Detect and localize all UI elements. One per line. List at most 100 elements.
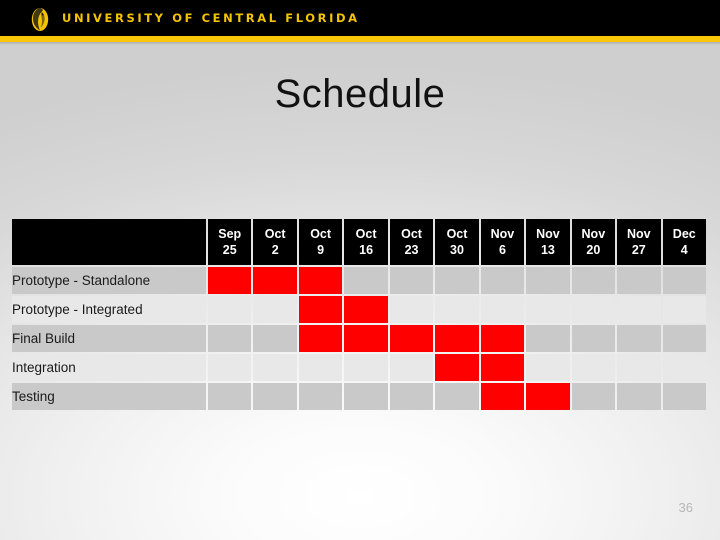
column-header-month: Oct bbox=[310, 227, 332, 241]
schedule-cell-empty bbox=[480, 267, 525, 294]
schedule-cell-filled bbox=[389, 325, 434, 352]
schedule-cell-empty bbox=[617, 267, 661, 294]
schedule-cell-empty bbox=[389, 296, 434, 323]
schedule-cell-empty bbox=[571, 383, 616, 410]
schedule-cell-empty bbox=[617, 325, 661, 352]
column-header-7: Nov 13 bbox=[526, 219, 570, 265]
schedule-cell-empty bbox=[253, 296, 297, 323]
column-header-5: Oct 30 bbox=[435, 219, 479, 265]
schedule-cell-empty bbox=[253, 354, 297, 381]
schedule-cell-empty bbox=[389, 354, 434, 381]
column-header-day: 4 bbox=[680, 243, 688, 257]
schedule-cell-empty bbox=[389, 267, 434, 294]
column-header-4: Oct 23 bbox=[389, 219, 434, 265]
schedule-cell-empty bbox=[526, 267, 570, 294]
schedule-cell-filled bbox=[298, 267, 343, 294]
column-header-day: 27 bbox=[631, 243, 646, 257]
schedule-cell-empty bbox=[435, 296, 479, 323]
column-header-month: Oct bbox=[401, 227, 422, 241]
schedule-cell-empty bbox=[662, 354, 706, 381]
schedule-cell-empty bbox=[571, 354, 616, 381]
column-header-month: Nov bbox=[536, 227, 560, 241]
row-label: Prototype - Standalone bbox=[12, 267, 206, 294]
column-header-month: Nov bbox=[626, 227, 651, 241]
schedule-cell-empty bbox=[526, 325, 570, 352]
schedule-cell-filled bbox=[526, 383, 570, 410]
schedule-cell-empty bbox=[435, 383, 479, 410]
pegasus-logo-icon bbox=[28, 5, 52, 32]
schedule-cell-empty bbox=[662, 383, 706, 410]
page-number: 36 bbox=[678, 500, 693, 515]
brand-lockup: UNIVERSITY OF CENTRAL FLORIDA bbox=[28, 4, 360, 32]
schedule-cell-empty bbox=[571, 325, 616, 352]
row-label: Final Build bbox=[12, 325, 206, 352]
schedule-cell-empty bbox=[435, 267, 479, 294]
table-row: Testing bbox=[12, 383, 706, 410]
header-shadow bbox=[0, 42, 720, 45]
schedule-cell-empty bbox=[526, 354, 570, 381]
schedule-cell-empty bbox=[344, 383, 388, 410]
column-header-10: Dec 4 bbox=[662, 219, 706, 265]
schedule-cell-empty bbox=[298, 383, 343, 410]
column-header-day: 20 bbox=[586, 243, 601, 257]
institution-name: UNIVERSITY OF CENTRAL FLORIDA bbox=[62, 11, 360, 25]
column-header-3: Oct 16 bbox=[344, 219, 388, 265]
column-header-month: Oct bbox=[446, 227, 468, 241]
column-header-day: 25 bbox=[222, 243, 237, 257]
header-corner-cell bbox=[12, 219, 206, 265]
column-header-month: Oct bbox=[355, 227, 377, 241]
schedule-cell-filled bbox=[480, 354, 525, 381]
column-header-6: Nov 6 bbox=[480, 219, 525, 265]
schedule-cell-filled bbox=[298, 325, 343, 352]
schedule-table-header: Sep 25 Oct 2 Oct 9 Oct 16 Oct 23 Oct 30 Nov 6 Nov 13 Nov… bbox=[12, 219, 706, 265]
schedule-cell-empty bbox=[344, 354, 388, 381]
column-header-month: Nov bbox=[581, 227, 606, 241]
row-label: Integration bbox=[12, 354, 206, 381]
column-header-day: 9 bbox=[317, 243, 325, 257]
slide: UNIVERSITY OF CENTRAL FLORIDA Schedule S… bbox=[0, 0, 720, 540]
schedule-cell-empty bbox=[208, 296, 252, 323]
schedule-cell-empty bbox=[662, 296, 706, 323]
column-header-day: 30 bbox=[450, 243, 464, 257]
column-header-2: Oct 9 bbox=[298, 219, 343, 265]
schedule-cell-filled bbox=[480, 325, 525, 352]
schedule-table: Sep 25 Oct 2 Oct 9 Oct 16 Oct 23 Oct 30 Nov 6 Nov 13 Nov… bbox=[10, 217, 708, 412]
schedule-cell-filled bbox=[480, 383, 525, 410]
column-header-8: Nov 20 bbox=[571, 219, 616, 265]
schedule-cell-empty bbox=[617, 296, 661, 323]
schedule-cell-empty bbox=[389, 383, 434, 410]
page-title: Schedule bbox=[274, 72, 446, 116]
table-row: Final Build bbox=[12, 325, 706, 352]
schedule-cell-filled bbox=[208, 267, 252, 294]
schedule-cell-empty bbox=[253, 325, 297, 352]
schedule-cell-empty bbox=[208, 325, 252, 352]
schedule-cell-empty bbox=[571, 267, 616, 294]
schedule-cell-empty bbox=[298, 354, 343, 381]
column-header-month: Oct bbox=[264, 227, 286, 241]
schedule-cell-filled bbox=[298, 296, 343, 323]
column-header-day: 23 bbox=[404, 243, 419, 257]
schedule-cell-filled bbox=[344, 325, 388, 352]
schedule-cell-filled bbox=[435, 354, 479, 381]
column-header-month: Dec bbox=[672, 227, 696, 241]
schedule-cell-empty bbox=[253, 383, 297, 410]
table-row: Prototype - Integrated bbox=[12, 296, 706, 323]
schedule-table-body: Prototype - Standalone Prototype - Integr… bbox=[12, 267, 706, 410]
schedule-cell-empty bbox=[526, 296, 570, 323]
row-label: Testing bbox=[12, 383, 206, 410]
column-header-day: 6 bbox=[498, 243, 506, 257]
schedule-cell-filled bbox=[253, 267, 297, 294]
schedule-cell-filled bbox=[344, 296, 388, 323]
schedule-table-container: Sep 25 Oct 2 Oct 9 Oct 16 Oct 23 Oct 30 Nov 6 Nov 13 Nov… bbox=[10, 217, 708, 412]
schedule-cell-filled bbox=[435, 325, 479, 352]
column-header-day: 2 bbox=[271, 243, 279, 257]
table-row: Integration bbox=[12, 354, 706, 381]
column-header-day: 16 bbox=[359, 243, 374, 257]
schedule-cell-empty bbox=[208, 383, 252, 410]
schedule-cell-empty bbox=[662, 325, 706, 352]
schedule-cell-empty bbox=[571, 296, 616, 323]
schedule-cell-empty bbox=[480, 296, 525, 323]
header-row: Sep 25 Oct 2 Oct 9 Oct 16 Oct 23 Oct 30 Nov 6 Nov 13 Nov… bbox=[12, 219, 706, 265]
column-header-9: Nov 27 bbox=[617, 219, 661, 265]
column-header-1: Oct 2 bbox=[253, 219, 297, 265]
